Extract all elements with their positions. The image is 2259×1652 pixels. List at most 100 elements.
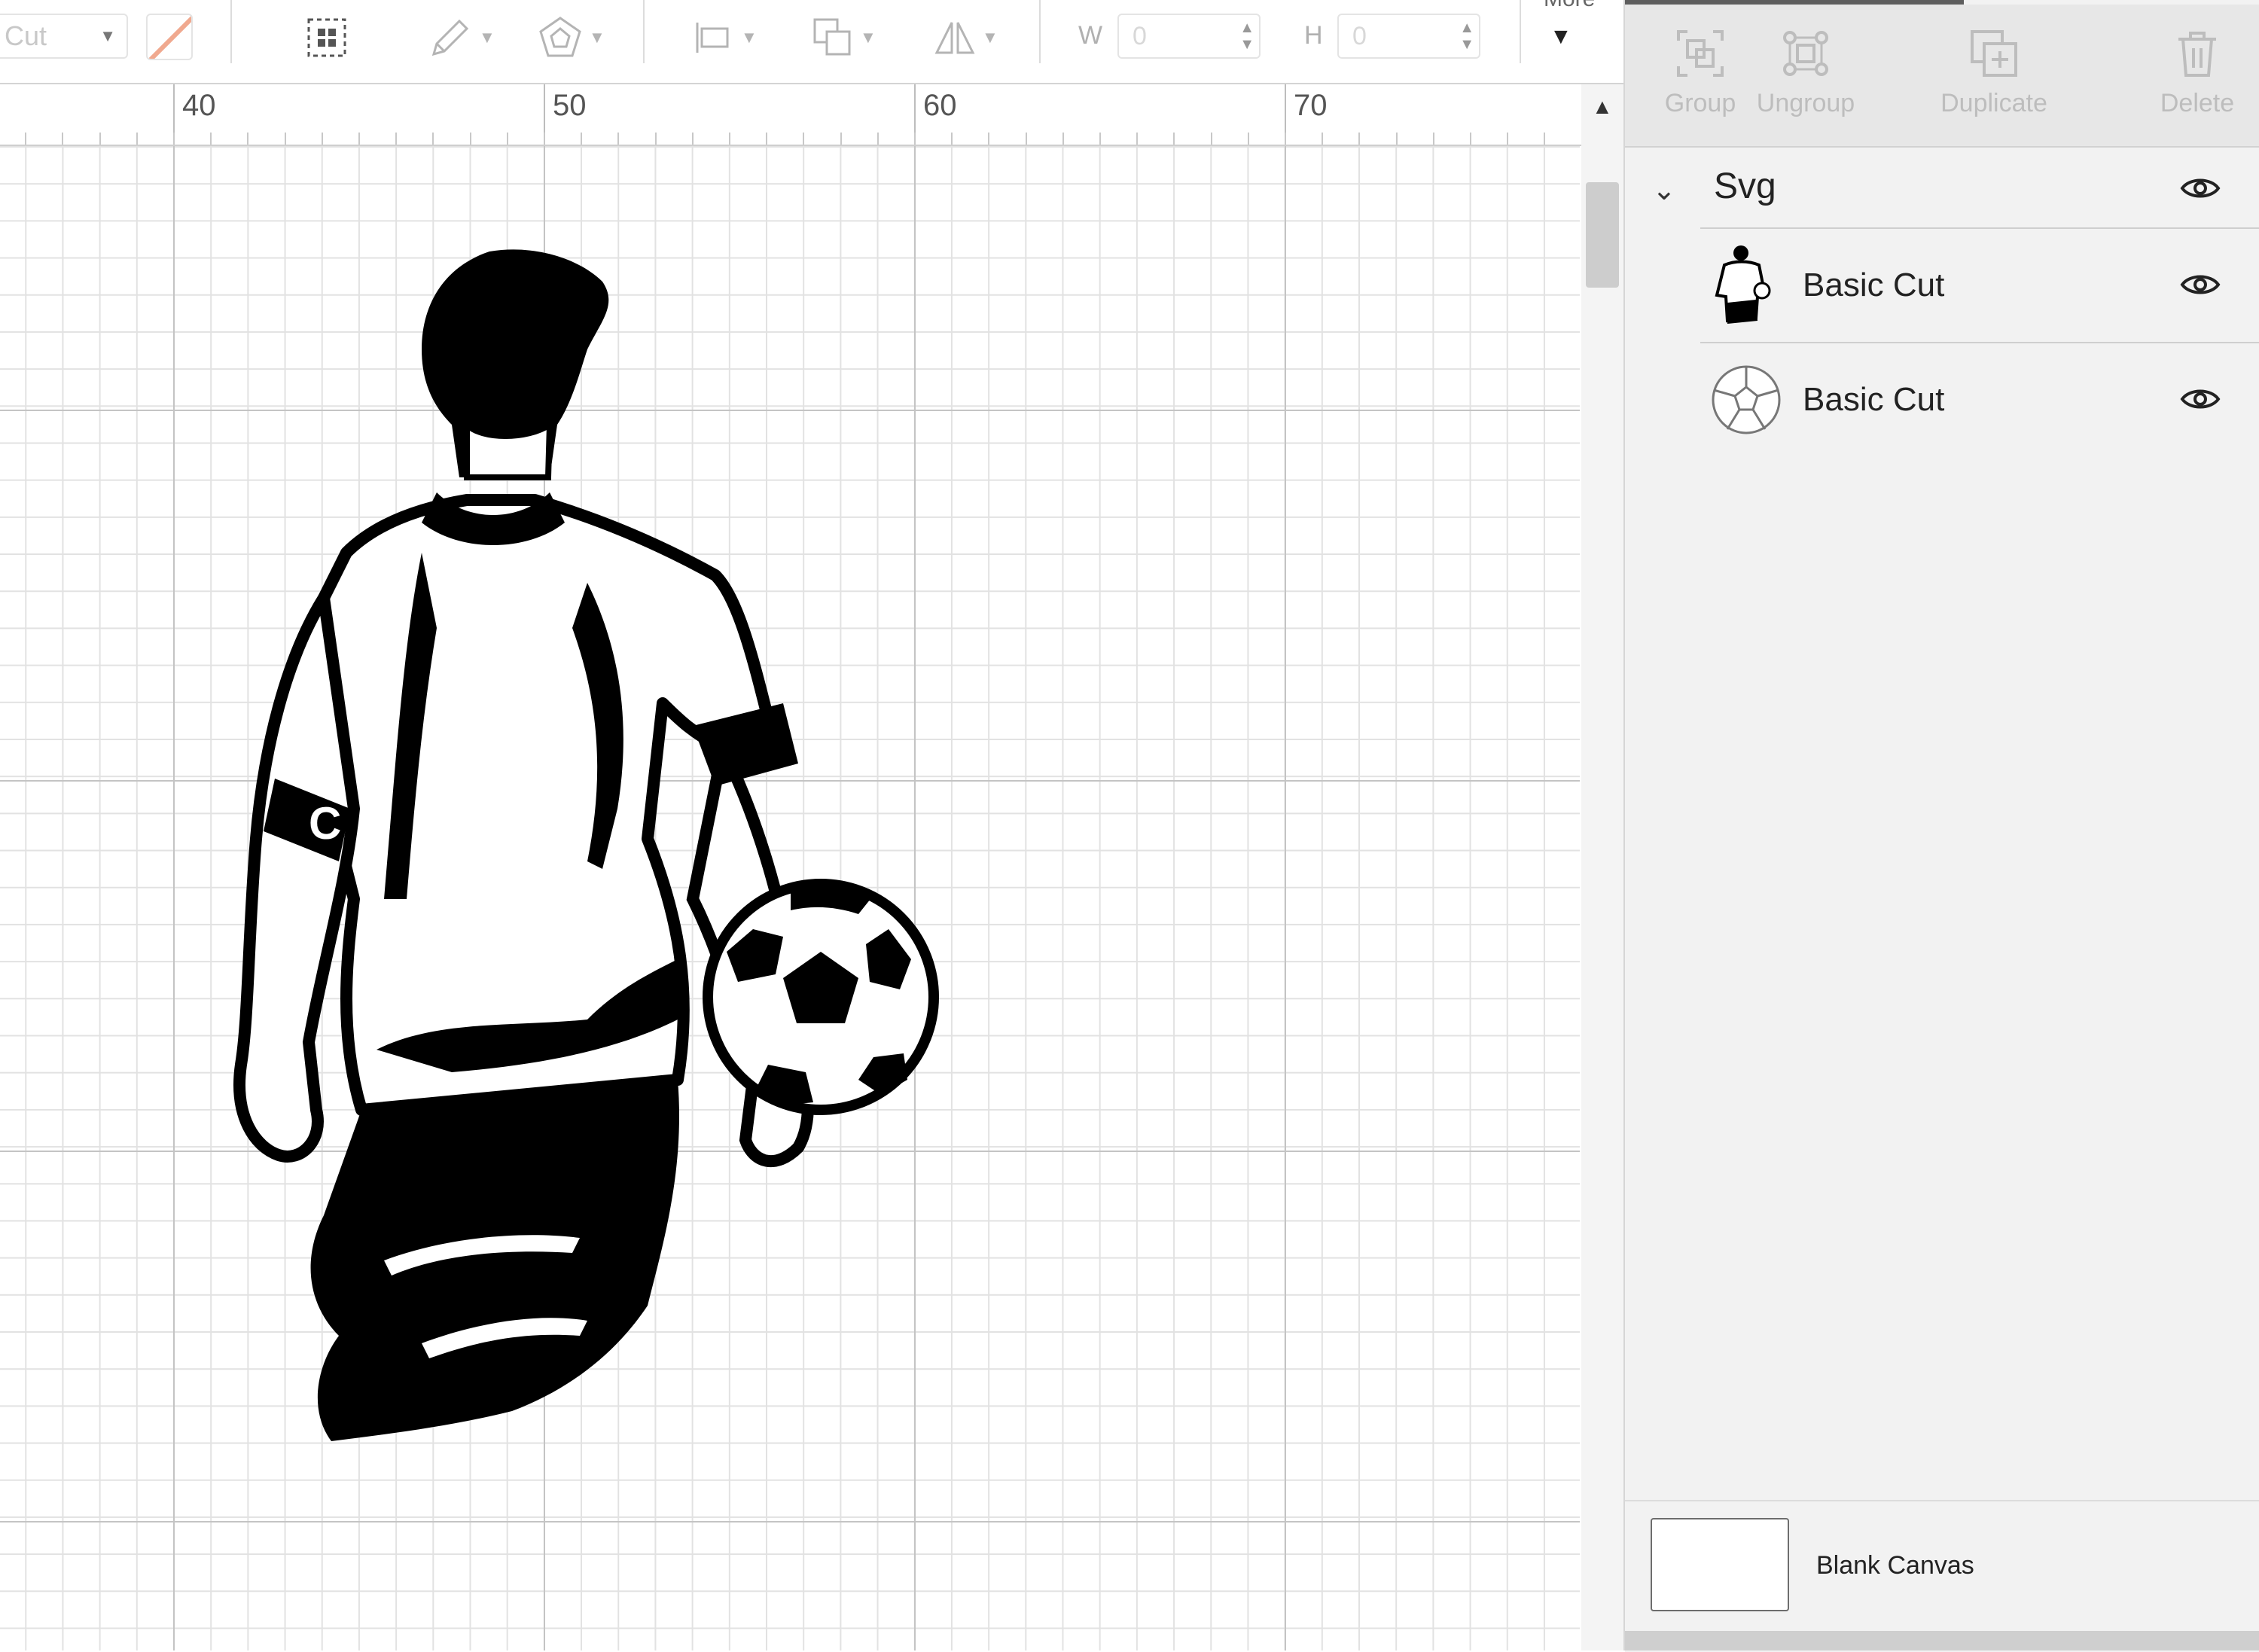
ruler-tick-minor	[840, 133, 842, 145]
ruler-tick-minor	[766, 133, 767, 145]
ruler-tick-minor	[322, 133, 323, 145]
layer-item-name: Basic Cut	[1803, 381, 1945, 418]
layer-item[interactable]: Basic Cut	[1625, 229, 2259, 342]
edit-button[interactable]: ▼	[426, 0, 495, 75]
select-all-button[interactable]	[304, 0, 349, 75]
chevron-down-icon: ▼	[741, 28, 758, 47]
ruler-tick-minor	[507, 133, 508, 145]
ruler-tick-minor	[358, 133, 360, 145]
visibility-eye-icon[interactable]	[2179, 175, 2221, 202]
ruler-tick-minor	[1507, 133, 1508, 145]
ruler-tick-minor	[544, 133, 545, 145]
chevron-down-icon: ▼	[99, 26, 116, 45]
operation-value: Cut	[5, 20, 47, 51]
toolbar-divider	[1520, 0, 1521, 63]
caret-down-icon[interactable]: ▼	[1550, 24, 1572, 50]
operation-select[interactable]: Cut ▼	[0, 14, 128, 59]
flip-icon	[934, 22, 975, 54]
ruler-tick-minor	[395, 133, 397, 145]
blank-canvas-label: Blank Canvas	[1816, 1551, 1974, 1580]
ruler-tick-minor	[729, 133, 730, 145]
more-label[interactable]: More	[1544, 0, 1595, 12]
ruler-tick-minor	[877, 133, 879, 145]
visibility-eye-icon[interactable]	[2179, 271, 2221, 298]
ruler-tick-minor	[988, 133, 989, 145]
arrange-button[interactable]: ▼	[810, 0, 876, 75]
edit-pencil-icon	[431, 19, 469, 56]
ruler-tick-minor	[1433, 133, 1434, 145]
ruler-tick-minor	[692, 133, 694, 145]
ruler-tick-minor	[173, 133, 175, 145]
width-value: 0	[1133, 21, 1147, 50]
ruler-tick-minor	[951, 133, 953, 145]
ruler-tick-minor	[470, 133, 471, 145]
height-input[interactable]: 0 ▲ ▼	[1337, 14, 1480, 59]
chevron-down-icon: ▼	[479, 28, 495, 47]
ruler-tick-minor	[1358, 133, 1360, 145]
ruler-tick-minor	[62, 133, 63, 145]
delete-icon	[2178, 32, 2216, 77]
color-swatch-button[interactable]	[146, 14, 193, 60]
height-label: H	[1304, 21, 1323, 50]
ruler-tick-minor	[803, 133, 804, 145]
blank-canvas-thumbnail[interactable]	[1651, 1518, 1789, 1611]
align-icon	[696, 23, 729, 53]
soccer-player-artwork[interactable]: C	[196, 236, 994, 1516]
chevron-down-icon: ▼	[982, 28, 998, 47]
ruler-label: 70	[1294, 89, 1328, 122]
ruler-tick-minor	[1396, 133, 1398, 145]
svg-text:C: C	[309, 798, 341, 849]
horizontal-ruler: 40 50 60 70	[0, 84, 1583, 146]
ruler-tick-minor	[1173, 133, 1175, 145]
ungroup-icon	[1783, 31, 1828, 76]
ruler-tick-minor	[1544, 133, 1545, 145]
toolbar-divider	[1039, 0, 1041, 63]
ruler-tick-minor	[285, 133, 286, 145]
arrange-icon	[813, 18, 851, 56]
ruler-label: 40	[182, 89, 216, 122]
blank-canvas-row[interactable]: Blank Canvas	[1625, 1500, 2259, 1652]
toolbar-divider	[230, 0, 232, 63]
ruler-tick-minor	[136, 133, 138, 145]
chevron-down-icon: ▼	[589, 28, 605, 47]
ruler-tick-minor	[25, 133, 26, 145]
top-toolbar: Cut ▼ ▼ ▼ ▼ ▼ ▼ W 0 ▲ ▼ H 0 ▲ ▼ ▼	[0, 0, 1623, 84]
ruler-tick-minor	[1136, 133, 1138, 145]
panel-bottom-bar	[1625, 1631, 2259, 1650]
ruler-label: 50	[553, 89, 587, 122]
ruler-tick-minor	[1470, 133, 1471, 145]
vertical-scrollbar[interactable]: ▲	[1581, 84, 1623, 1650]
ungroup-button[interactable]: Ungroup	[1715, 27, 1896, 118]
ruler-tick-minor	[617, 133, 619, 145]
layer-item[interactable]: Basic Cut	[1625, 343, 2259, 456]
align-button[interactable]: ▼	[691, 0, 758, 75]
layer-group-name: Svg	[1714, 166, 1776, 206]
width-input[interactable]: 0 ▲ ▼	[1117, 14, 1261, 59]
design-canvas[interactable]: C	[0, 146, 1580, 1650]
ruler-tick-minor	[581, 133, 582, 145]
stepper-arrows-icon[interactable]: ▲ ▼	[1239, 20, 1254, 53]
stepper-arrows-icon[interactable]: ▲ ▼	[1459, 20, 1474, 53]
chevron-down-icon: ▼	[860, 28, 876, 47]
duplicate-button[interactable]: Duplicate	[1904, 27, 2084, 118]
layer-group-row[interactable]: ⌄ Svg	[1625, 151, 2259, 226]
delete-label: Delete	[2160, 89, 2235, 117]
ruler-tick-minor	[99, 133, 101, 145]
offset-icon	[539, 17, 581, 57]
flip-button[interactable]: ▼	[932, 0, 998, 75]
ruler-tick-minor	[1285, 133, 1286, 145]
delete-button[interactable]: Delete	[2107, 27, 2259, 118]
ruler-tick-minor	[210, 133, 212, 145]
chevron-down-icon[interactable]: ⌄	[1652, 173, 1676, 207]
toolbar-divider	[643, 0, 645, 63]
visibility-eye-icon[interactable]	[2179, 386, 2221, 413]
ruler-tick-minor	[247, 133, 248, 145]
ruler-tick-minor	[1211, 133, 1212, 145]
ungroup-label: Ungroup	[1756, 89, 1855, 117]
scrollbar-thumb[interactable]	[1586, 182, 1619, 288]
ruler-tick-minor	[432, 133, 434, 145]
offset-button[interactable]: ▼	[536, 0, 605, 75]
ruler-tick-minor	[1248, 133, 1249, 145]
ruler-tick-minor	[1026, 133, 1027, 145]
ruler-tick-minor	[1322, 133, 1323, 145]
